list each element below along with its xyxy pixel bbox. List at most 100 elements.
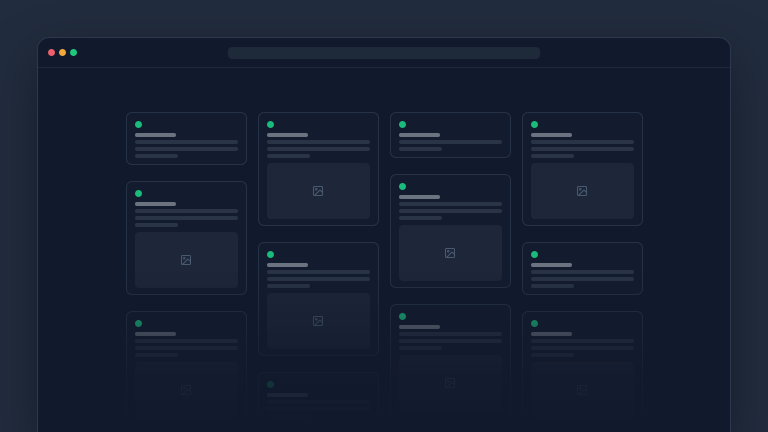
status-dot-icon	[135, 190, 142, 197]
image-icon	[576, 384, 588, 396]
skeleton-title-bar	[531, 133, 572, 137]
image-card[interactable]	[390, 304, 511, 418]
status-dot-icon	[531, 320, 538, 327]
skeleton-title-bar	[135, 133, 176, 137]
image-icon	[576, 185, 588, 197]
status-dot-icon	[399, 121, 406, 128]
board-column-3	[390, 112, 511, 425]
skeleton-text-line	[135, 209, 238, 213]
traffic-light-maximize-button[interactable]	[70, 49, 77, 56]
skeleton-text-line	[531, 353, 574, 357]
text-card[interactable]	[390, 112, 511, 158]
board-column-1	[126, 112, 247, 425]
skeleton-text-line	[135, 216, 238, 220]
skeleton-title-bar	[399, 325, 440, 329]
image-card[interactable]	[126, 311, 247, 425]
skeleton-text-line	[531, 270, 634, 274]
skeleton-text-line	[531, 154, 574, 158]
skeleton-title-bar	[399, 133, 440, 137]
skeleton-text-line	[531, 140, 634, 144]
skeleton-text-line	[267, 284, 310, 288]
skeleton-text-line	[531, 346, 634, 350]
skeleton-text-line	[267, 270, 370, 274]
browser-window	[37, 37, 731, 432]
traffic-lights	[48, 49, 77, 56]
status-dot-icon	[531, 251, 538, 258]
skeleton-title-bar	[267, 263, 308, 267]
text-card[interactable]	[522, 242, 643, 295]
skeleton-text-line	[267, 154, 310, 158]
skeleton-text-line	[267, 407, 370, 411]
skeleton-text-line	[399, 202, 502, 206]
image-icon	[312, 315, 324, 327]
image-placeholder	[267, 293, 370, 349]
image-placeholder	[399, 355, 502, 411]
image-icon	[444, 377, 456, 389]
skeleton-text-line	[135, 346, 238, 350]
status-dot-icon	[531, 121, 538, 128]
browser-titlebar	[38, 38, 730, 68]
image-icon	[312, 185, 324, 197]
skeleton-title-bar	[267, 393, 308, 397]
skeleton-text-line	[135, 339, 238, 343]
skeleton-text-line	[135, 353, 178, 357]
image-card[interactable]	[258, 112, 379, 226]
skeleton-text-line	[267, 140, 370, 144]
skeleton-text-line	[399, 147, 442, 151]
status-dot-icon	[267, 251, 274, 258]
address-bar[interactable]	[228, 47, 540, 59]
skeleton-text-line	[135, 154, 178, 158]
skeleton-title-bar	[135, 332, 176, 336]
text-card[interactable]	[126, 112, 247, 165]
skeleton-text-line	[267, 147, 370, 151]
skeleton-title-bar	[399, 195, 440, 199]
skeleton-text-line	[531, 284, 574, 288]
status-dot-icon	[399, 313, 406, 320]
image-placeholder	[399, 225, 502, 281]
skeleton-text-line	[399, 140, 502, 144]
skeleton-title-bar	[531, 263, 572, 267]
image-card[interactable]	[390, 174, 511, 288]
board-column-2	[258, 112, 379, 425]
image-icon	[180, 384, 192, 396]
skeleton-text-line	[267, 414, 310, 418]
skeleton-text-line	[267, 400, 370, 404]
card-board	[38, 68, 730, 425]
page-background: { "window": { "title_bar": { "traffic_li…	[0, 0, 768, 432]
skeleton-text-line	[399, 332, 502, 336]
skeleton-text-line	[135, 147, 238, 151]
image-placeholder	[267, 163, 370, 219]
status-dot-icon	[267, 381, 274, 388]
skeleton-text-line	[135, 140, 238, 144]
skeleton-text-line	[531, 339, 634, 343]
image-placeholder	[135, 232, 238, 288]
image-card[interactable]	[522, 311, 643, 425]
skeleton-text-line	[267, 277, 370, 281]
skeleton-text-line	[531, 147, 634, 151]
image-card[interactable]	[522, 112, 643, 226]
status-dot-icon	[135, 121, 142, 128]
skeleton-text-line	[399, 209, 502, 213]
image-placeholder	[531, 362, 634, 418]
skeleton-title-bar	[267, 133, 308, 137]
skeleton-title-bar	[135, 202, 176, 206]
skeleton-text-line	[399, 346, 442, 350]
board-column-4	[522, 112, 643, 425]
text-card[interactable]	[258, 372, 379, 425]
image-icon	[444, 247, 456, 259]
image-placeholder	[135, 362, 238, 418]
skeleton-text-line	[399, 339, 502, 343]
traffic-light-minimize-button[interactable]	[59, 49, 66, 56]
status-dot-icon	[135, 320, 142, 327]
image-card[interactable]	[258, 242, 379, 356]
image-card[interactable]	[126, 181, 247, 295]
traffic-light-close-button[interactable]	[48, 49, 55, 56]
skeleton-text-line	[531, 277, 634, 281]
image-icon	[180, 254, 192, 266]
status-dot-icon	[267, 121, 274, 128]
image-placeholder	[531, 163, 634, 219]
status-dot-icon	[399, 183, 406, 190]
skeleton-title-bar	[531, 332, 572, 336]
skeleton-text-line	[135, 223, 178, 227]
skeleton-text-line	[399, 216, 442, 220]
